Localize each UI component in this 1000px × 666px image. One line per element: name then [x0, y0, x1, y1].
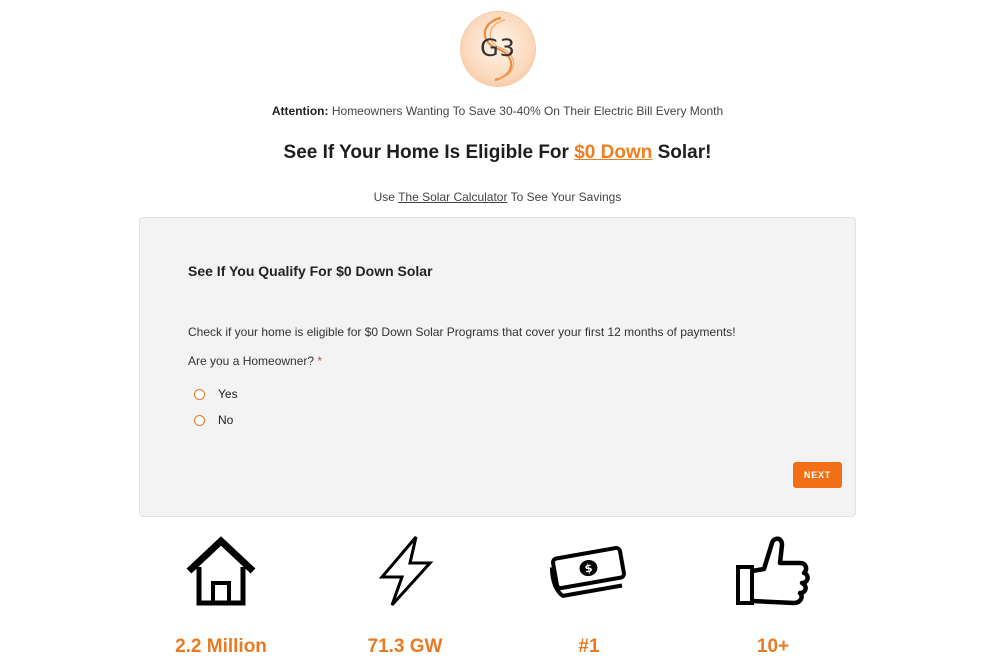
radio-yes[interactable] — [194, 388, 205, 400]
attention-label: Attention: — [271, 104, 329, 118]
attention-line: Attention: Homeowners Wanting To Save 30… — [0, 104, 995, 118]
next-button[interactable]: NEXT — [793, 462, 842, 488]
stat-years-value: 10+ — [756, 636, 790, 657]
form-description: Check if your home is eligible for $0 Do… — [188, 325, 736, 339]
logo-text: G3 — [480, 34, 516, 62]
radio-no[interactable] — [194, 414, 205, 426]
stat-rank-value: #1 — [578, 636, 600, 657]
lightning-bolt-icon — [315, 530, 495, 612]
subline-before: Use — [373, 190, 399, 204]
page-headline: See If Your Home Is Eligible For $0 Down… — [0, 142, 995, 164]
qualify-form-card: See If You Qualify For $0 Down Solar Che… — [139, 217, 856, 517]
required-mark: * — [317, 354, 323, 368]
question-text: Are you a Homeowner? — [188, 354, 315, 368]
stat-homes: 2.2 Million — [131, 530, 311, 657]
solar-calculator-link[interactable]: The Solar Calculator — [398, 190, 507, 204]
form-title: See If You Qualify For $0 Down Solar — [188, 263, 433, 279]
headline-after: Solar! — [652, 142, 712, 163]
option-yes-label: Yes — [218, 387, 238, 401]
headline-accent: $0 Down — [574, 142, 653, 163]
stat-energy: 71.3 GW — [315, 530, 495, 657]
homeowner-question: Are you a Homeowner? * — [188, 354, 322, 368]
option-no[interactable]: No — [194, 412, 233, 428]
company-logo: G3 — [461, 12, 535, 86]
subline-after: To See Your Savings — [507, 190, 622, 204]
stat-homes-value: 2.2 Million — [175, 636, 267, 657]
stat-energy-value: 71.3 GW — [367, 636, 443, 657]
option-yes[interactable]: Yes — [194, 386, 238, 402]
money-icon: $ — [499, 530, 679, 612]
subline: Use The Solar Calculator To See Your Sav… — [0, 190, 995, 204]
attention-text: Homeowners Wanting To Save 30-40% On The… — [328, 104, 724, 118]
house-icon — [131, 530, 311, 612]
stat-years: 10+ — [683, 530, 863, 657]
thumbs-up-icon — [683, 530, 863, 612]
stat-rank: $ #1 — [499, 530, 679, 657]
headline-before: See If Your Home Is Eligible For — [283, 142, 575, 163]
option-no-label: No — [218, 413, 234, 427]
